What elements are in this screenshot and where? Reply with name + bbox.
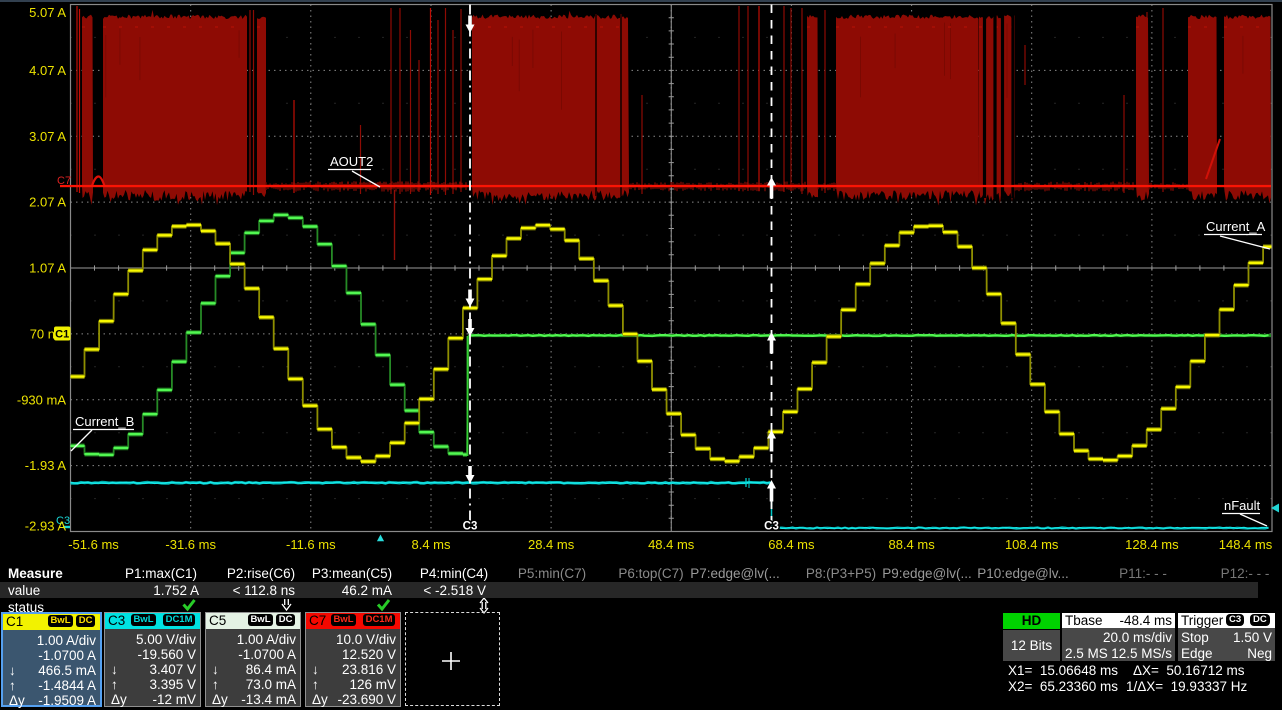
svg-text:C3: C3	[764, 521, 779, 533]
svg-text:-11.6 ms: -11.6 ms	[286, 537, 336, 552]
svg-text:8.4 ms: 8.4 ms	[411, 537, 451, 552]
svg-text:3.07 A: 3.07 A	[29, 129, 66, 144]
svg-text:108.4 ms: 108.4 ms	[1005, 537, 1059, 552]
svg-text:C7: C7	[57, 175, 71, 187]
svg-text:-31.6 ms: -31.6 ms	[165, 537, 216, 552]
svg-text:-930 mA: -930 mA	[17, 392, 66, 407]
svg-text:-51.6 ms: -51.6 ms	[68, 537, 119, 552]
svg-text:70 n: 70 n	[30, 326, 55, 341]
svg-text:4.07 A: 4.07 A	[29, 63, 66, 78]
svg-text:Current_A: Current_A	[1206, 219, 1266, 234]
svg-text:2.07 A: 2.07 A	[29, 195, 66, 210]
svg-text:Current_B: Current_B	[75, 414, 134, 429]
svg-text:-2.93 A: -2.93 A	[25, 519, 67, 534]
svg-text:5.07 A: 5.07 A	[29, 5, 66, 20]
svg-text:68.4 ms: 68.4 ms	[768, 537, 815, 552]
svg-text:48.4 ms: 48.4 ms	[648, 537, 695, 552]
svg-text:148.4 ms: 148.4 ms	[1219, 537, 1273, 552]
svg-text:C1: C1	[55, 329, 69, 341]
svg-text:AOUT2: AOUT2	[330, 154, 373, 169]
svg-text:28.4 ms: 28.4 ms	[528, 537, 575, 552]
svg-text:nFault: nFault	[1224, 498, 1261, 513]
svg-text:88.4 ms: 88.4 ms	[888, 537, 935, 552]
svg-text:1.07 A: 1.07 A	[29, 261, 66, 276]
svg-text:C3: C3	[463, 521, 478, 533]
svg-text:-1.93 A: -1.93 A	[25, 458, 67, 473]
svg-text:128.4 ms: 128.4 ms	[1125, 537, 1179, 552]
